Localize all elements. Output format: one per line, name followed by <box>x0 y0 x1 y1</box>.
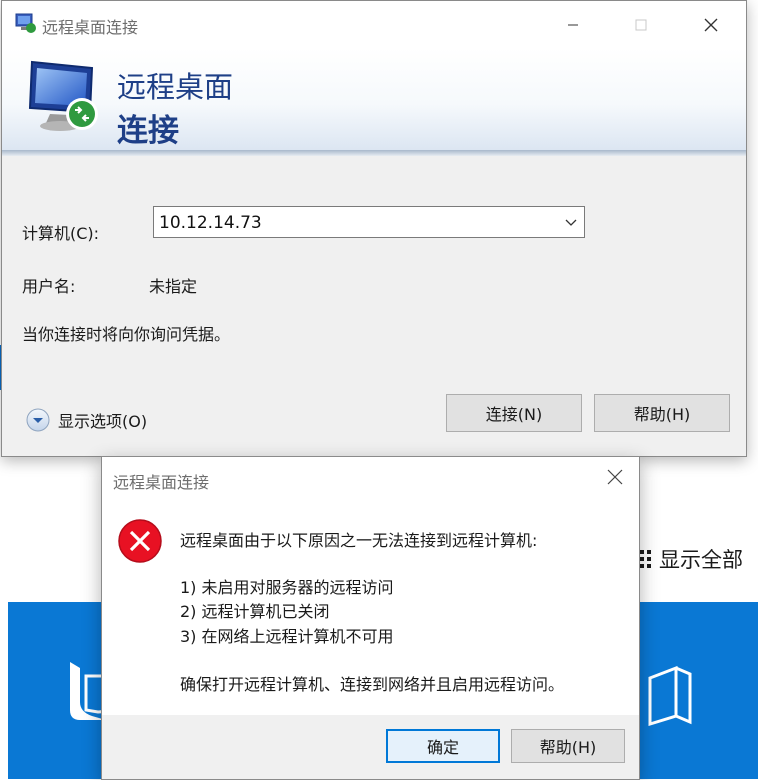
expand-options-icon <box>26 408 50 432</box>
banner-title-line1: 远程桌面 <box>117 70 234 104</box>
document-icon <box>648 665 692 726</box>
chevron-down-icon[interactable] <box>564 215 578 229</box>
error-reason-3: 3) 在网络上远程计算机不可用 <box>180 627 394 646</box>
minimize-icon <box>568 24 578 25</box>
close-icon <box>704 18 718 31</box>
error-reason-1: 1) 未启用对服务器的远程访问 <box>180 578 394 597</box>
show-all-label: 显示全部 <box>659 548 743 572</box>
maximize-icon <box>635 19 647 30</box>
username-value: 未指定 <box>149 277 198 296</box>
error-dialog-title: 远程桌面连接 <box>113 473 210 492</box>
ok-button[interactable]: 确定 <box>386 729 500 763</box>
banner-title-line2: 连接 <box>117 113 179 149</box>
maximize-button <box>618 1 664 48</box>
remote-desktop-monitor-icon <box>28 60 98 131</box>
minimize-button[interactable] <box>550 1 596 48</box>
grid-icon <box>640 550 651 568</box>
show-options-label: 显示选项(O) <box>58 412 148 431</box>
close-icon[interactable] <box>607 469 623 485</box>
error-dialog-footer: 确定 帮助(H) <box>102 715 639 779</box>
close-button[interactable] <box>688 1 734 48</box>
show-all-link[interactable]: 显示全部 <box>640 544 743 574</box>
rdp-app-icon <box>15 13 36 33</box>
window-title: 远程桌面连接 <box>42 18 139 37</box>
banner-divider <box>2 150 746 156</box>
connect-button[interactable]: 连接(N) <box>446 394 582 432</box>
computer-label: 计算机(C): <box>22 224 100 243</box>
error-icon <box>118 519 162 563</box>
computer-value: 10.12.14.73 <box>159 213 262 233</box>
error-reason-2: 2) 远程计算机已关闭 <box>180 602 330 621</box>
error-message-intro: 远程桌面由于以下原因之一无法连接到远程计算机: <box>180 531 538 550</box>
error-advice: 确保打开远程计算机、连接到网络并且启用远程访问。 <box>180 675 565 694</box>
show-options-toggle[interactable]: 显示选项(O) <box>26 408 147 432</box>
help-button[interactable]: 帮助(H) <box>594 394 730 432</box>
rdp-window: 远程桌面连接 远程桌面 连接 计算机(C): 10.12.14.73 用户名: … <box>1 0 747 457</box>
header-banner: 远程桌面 连接 <box>2 48 746 151</box>
credentials-note: 当你连接时将向你询问凭据。 <box>22 325 231 344</box>
error-help-button[interactable]: 帮助(H) <box>511 729 625 763</box>
computer-combobox[interactable]: 10.12.14.73 <box>153 206 585 238</box>
username-label: 用户名: <box>22 277 76 296</box>
error-dialog: 远程桌面连接 远程桌面由于以下原因之一无法连接到远程计算机: 1) 未启用对服务… <box>101 456 640 780</box>
title-bar[interactable]: 远程桌面连接 <box>2 1 746 48</box>
